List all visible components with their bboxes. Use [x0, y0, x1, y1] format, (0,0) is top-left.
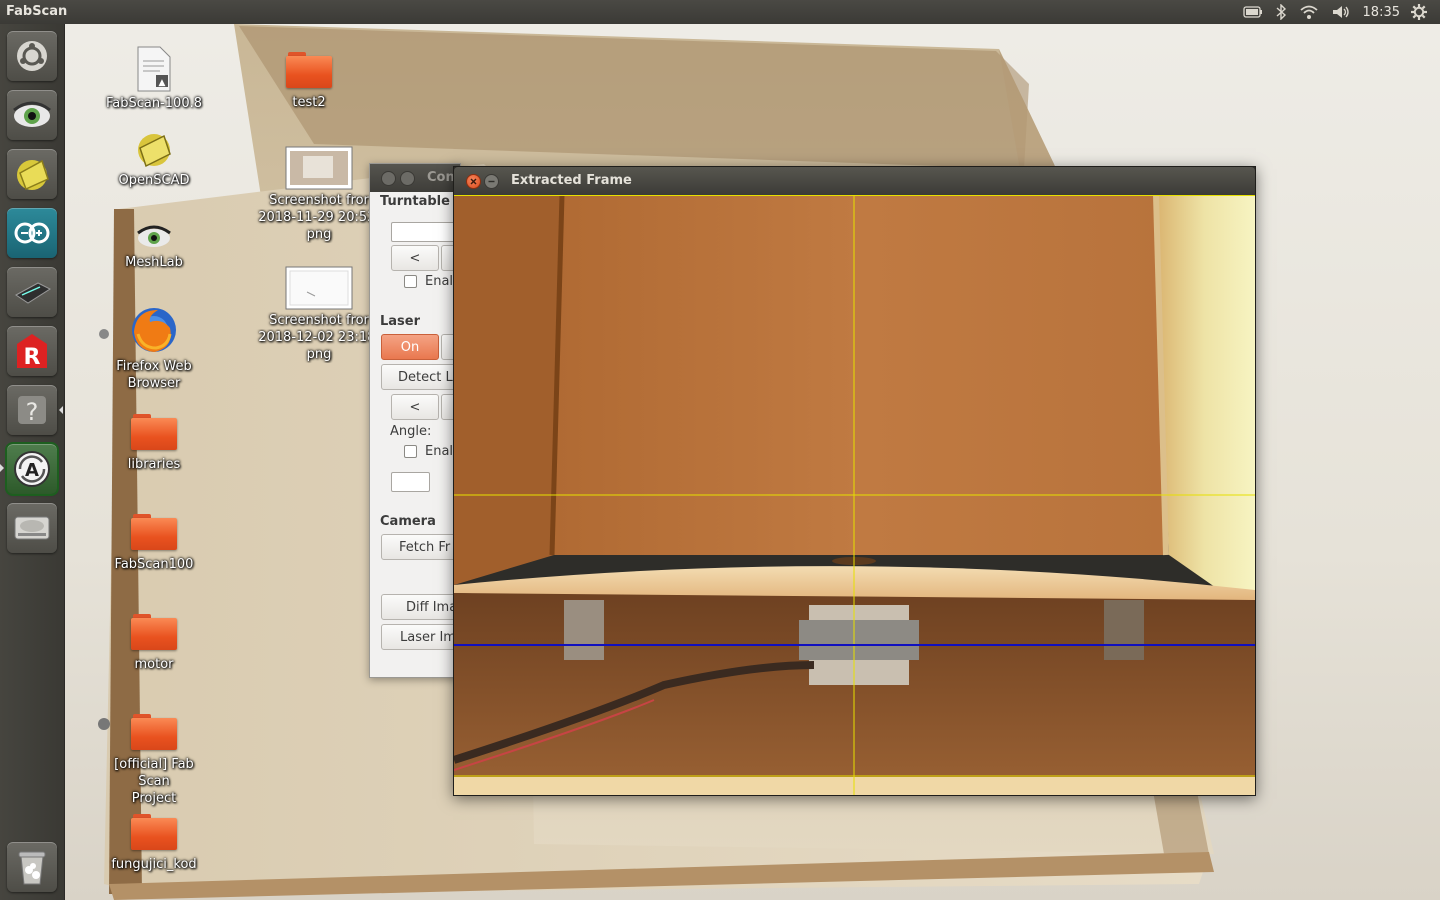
desktop-icon-test2[interactable]: test2: [254, 52, 364, 111]
laser-prev-button[interactable]: <: [391, 394, 439, 420]
window-title: Con: [427, 170, 455, 185]
clock[interactable]: 18:35: [1363, 0, 1400, 24]
laser-enable-checkbox[interactable]: [404, 445, 417, 458]
turntable-steps-input[interactable]: [391, 222, 460, 242]
volume-icon[interactable]: [1331, 0, 1351, 24]
desktop-icon-label: fungujici_kod: [111, 857, 197, 872]
fetch-frame-button[interactable]: Fetch Fr: [381, 534, 460, 560]
laser-section-label: Laser: [380, 314, 421, 329]
turntable-prev-button[interactable]: <: [391, 245, 439, 271]
desktop-icon-official-fab-scan-project[interactable]: [official] Fab Scan Project: [99, 714, 209, 807]
system-tray: 18:35: [1242, 0, 1440, 24]
launcher-pip-icon: [59, 406, 63, 414]
desktop-icon-screenshot-2[interactable]: Screenshot fror 2018-12-02 23:18: png: [258, 266, 380, 363]
desktop-icon-label-line1: Screenshot fror: [269, 193, 369, 208]
laser-angle-label: Angle:: [390, 424, 432, 439]
control-window: Con Turntable < Enal Laser On Detect L <…: [369, 163, 461, 678]
laser-angle-input[interactable]: [391, 472, 430, 492]
red-r-icon[interactable]: R: [7, 326, 57, 376]
desktop-icon-label: test2: [292, 95, 326, 110]
software-updater-icon[interactable]: A: [5, 442, 59, 496]
window-title: Extracted Frame: [511, 173, 632, 188]
desktop-icon-label: MeshLab: [125, 255, 183, 270]
svg-text:R: R: [24, 345, 41, 370]
battery-icon[interactable]: [1242, 0, 1263, 24]
desktop-icon-label-line2: Project: [131, 791, 177, 806]
desktop-icon-label-line2: Browser: [127, 376, 181, 391]
folder-icon: [131, 414, 177, 450]
svg-text:▲: ▲: [159, 78, 166, 88]
folder-icon: [131, 714, 177, 750]
disk-drive-icon[interactable]: [7, 503, 57, 553]
extracted-frame-titlebar[interactable]: Extracted Frame: [454, 167, 1255, 195]
bluetooth-icon[interactable]: [1275, 0, 1287, 24]
top-panel: FabScan 18:35: [0, 0, 1440, 24]
scanner-icon[interactable]: [7, 267, 57, 317]
svg-text:?: ?: [26, 398, 39, 426]
close-icon[interactable]: [466, 174, 481, 189]
diff-image-button[interactable]: Diff Ima: [381, 594, 460, 620]
desktop-icon-label: libraries: [127, 457, 181, 472]
turntable-enable-label: Enal: [425, 274, 454, 289]
desktop-icon-openscad[interactable]: OpenSCAD: [99, 128, 209, 189]
close-icon[interactable]: [381, 171, 396, 186]
camera-frame-image: [454, 195, 1255, 795]
folder-icon: [131, 514, 177, 550]
image-thumbnail-icon: [285, 266, 353, 310]
desktop-icon-motor[interactable]: motor: [99, 614, 209, 673]
image-thumbnail-icon: [285, 146, 353, 190]
wifi-icon[interactable]: [1299, 0, 1319, 24]
arduino-icon[interactable]: [7, 208, 57, 258]
desktop-icon-label: OpenSCAD: [118, 173, 190, 188]
desktop-icon-label: FabScan100: [114, 557, 194, 572]
desktop-icon-label-line3: png: [306, 347, 332, 362]
svg-text:A: A: [25, 460, 39, 481]
laser-on-button[interactable]: On: [381, 334, 439, 360]
minimize-icon[interactable]: [400, 171, 415, 186]
laser-image-button[interactable]: Laser Im: [381, 624, 460, 650]
openscad-icon: [138, 134, 171, 168]
help-icon[interactable]: ?: [7, 385, 57, 435]
extracted-frame-window: Extracted Frame: [453, 166, 1256, 796]
desktop-icon-fabscan100[interactable]: FabScan100: [99, 514, 209, 573]
launcher-running-icon: [0, 464, 4, 472]
desktop-icon-fabscan-file[interactable]: ▲ FabScan-100.8: [99, 45, 209, 112]
desktop-icon-label-line1: Firefox Web: [116, 359, 192, 374]
desktop-icon-label-line3: png: [306, 227, 332, 242]
desktop-icon-fungujici-kod[interactable]: fungujici_kod: [99, 814, 209, 873]
desktop-icon-label: motor: [134, 657, 174, 672]
desktop-icon-meshlab[interactable]: MeshLab: [99, 222, 209, 271]
desktop-icon-label-line1: Screenshot fror: [269, 313, 369, 328]
desktop-icon-firefox[interactable]: Firefox Web Browser: [99, 304, 209, 392]
camera-section-label: Camera: [380, 514, 436, 529]
folder-icon: [286, 52, 332, 88]
firefox-icon: [132, 308, 176, 352]
laser-enable-label: Enal: [425, 444, 454, 459]
turntable-section-label: Turntable: [380, 194, 450, 209]
meshlab-eye-icon[interactable]: [7, 90, 57, 140]
detect-laser-button[interactable]: Detect L: [381, 364, 460, 390]
desktop-icon-label-line2: 2018-12-02 23:18:: [258, 330, 380, 345]
control-window-titlebar[interactable]: Con: [370, 164, 460, 192]
trash-icon[interactable]: [7, 842, 57, 892]
turntable-enable-checkbox[interactable]: [404, 275, 417, 288]
meshlab-eye-icon: [137, 225, 171, 247]
desktop-icon-label-line2: 2018-11-29 20:52:: [258, 210, 380, 225]
text-file-icon: ▲: [137, 46, 171, 92]
camera-frame-view[interactable]: [454, 195, 1255, 795]
desktop-icon-label-line1: [official] Fab Scan: [114, 757, 194, 789]
gear-icon[interactable]: [1410, 0, 1428, 24]
desktop-icon-libraries[interactable]: libraries: [99, 414, 209, 473]
desktop-icon-screenshot-1[interactable]: Screenshot fror 2018-11-29 20:52: png: [258, 146, 380, 243]
folder-icon: [131, 614, 177, 650]
minimize-icon[interactable]: [484, 174, 499, 189]
launcher: R ? A: [0, 24, 65, 900]
ubuntu-dash-icon[interactable]: [7, 31, 57, 81]
active-app-title: FabScan: [6, 4, 68, 19]
openscad-icon[interactable]: [7, 149, 57, 199]
desktop-icon-label: FabScan-100.8: [105, 96, 202, 111]
folder-icon: [131, 814, 177, 850]
